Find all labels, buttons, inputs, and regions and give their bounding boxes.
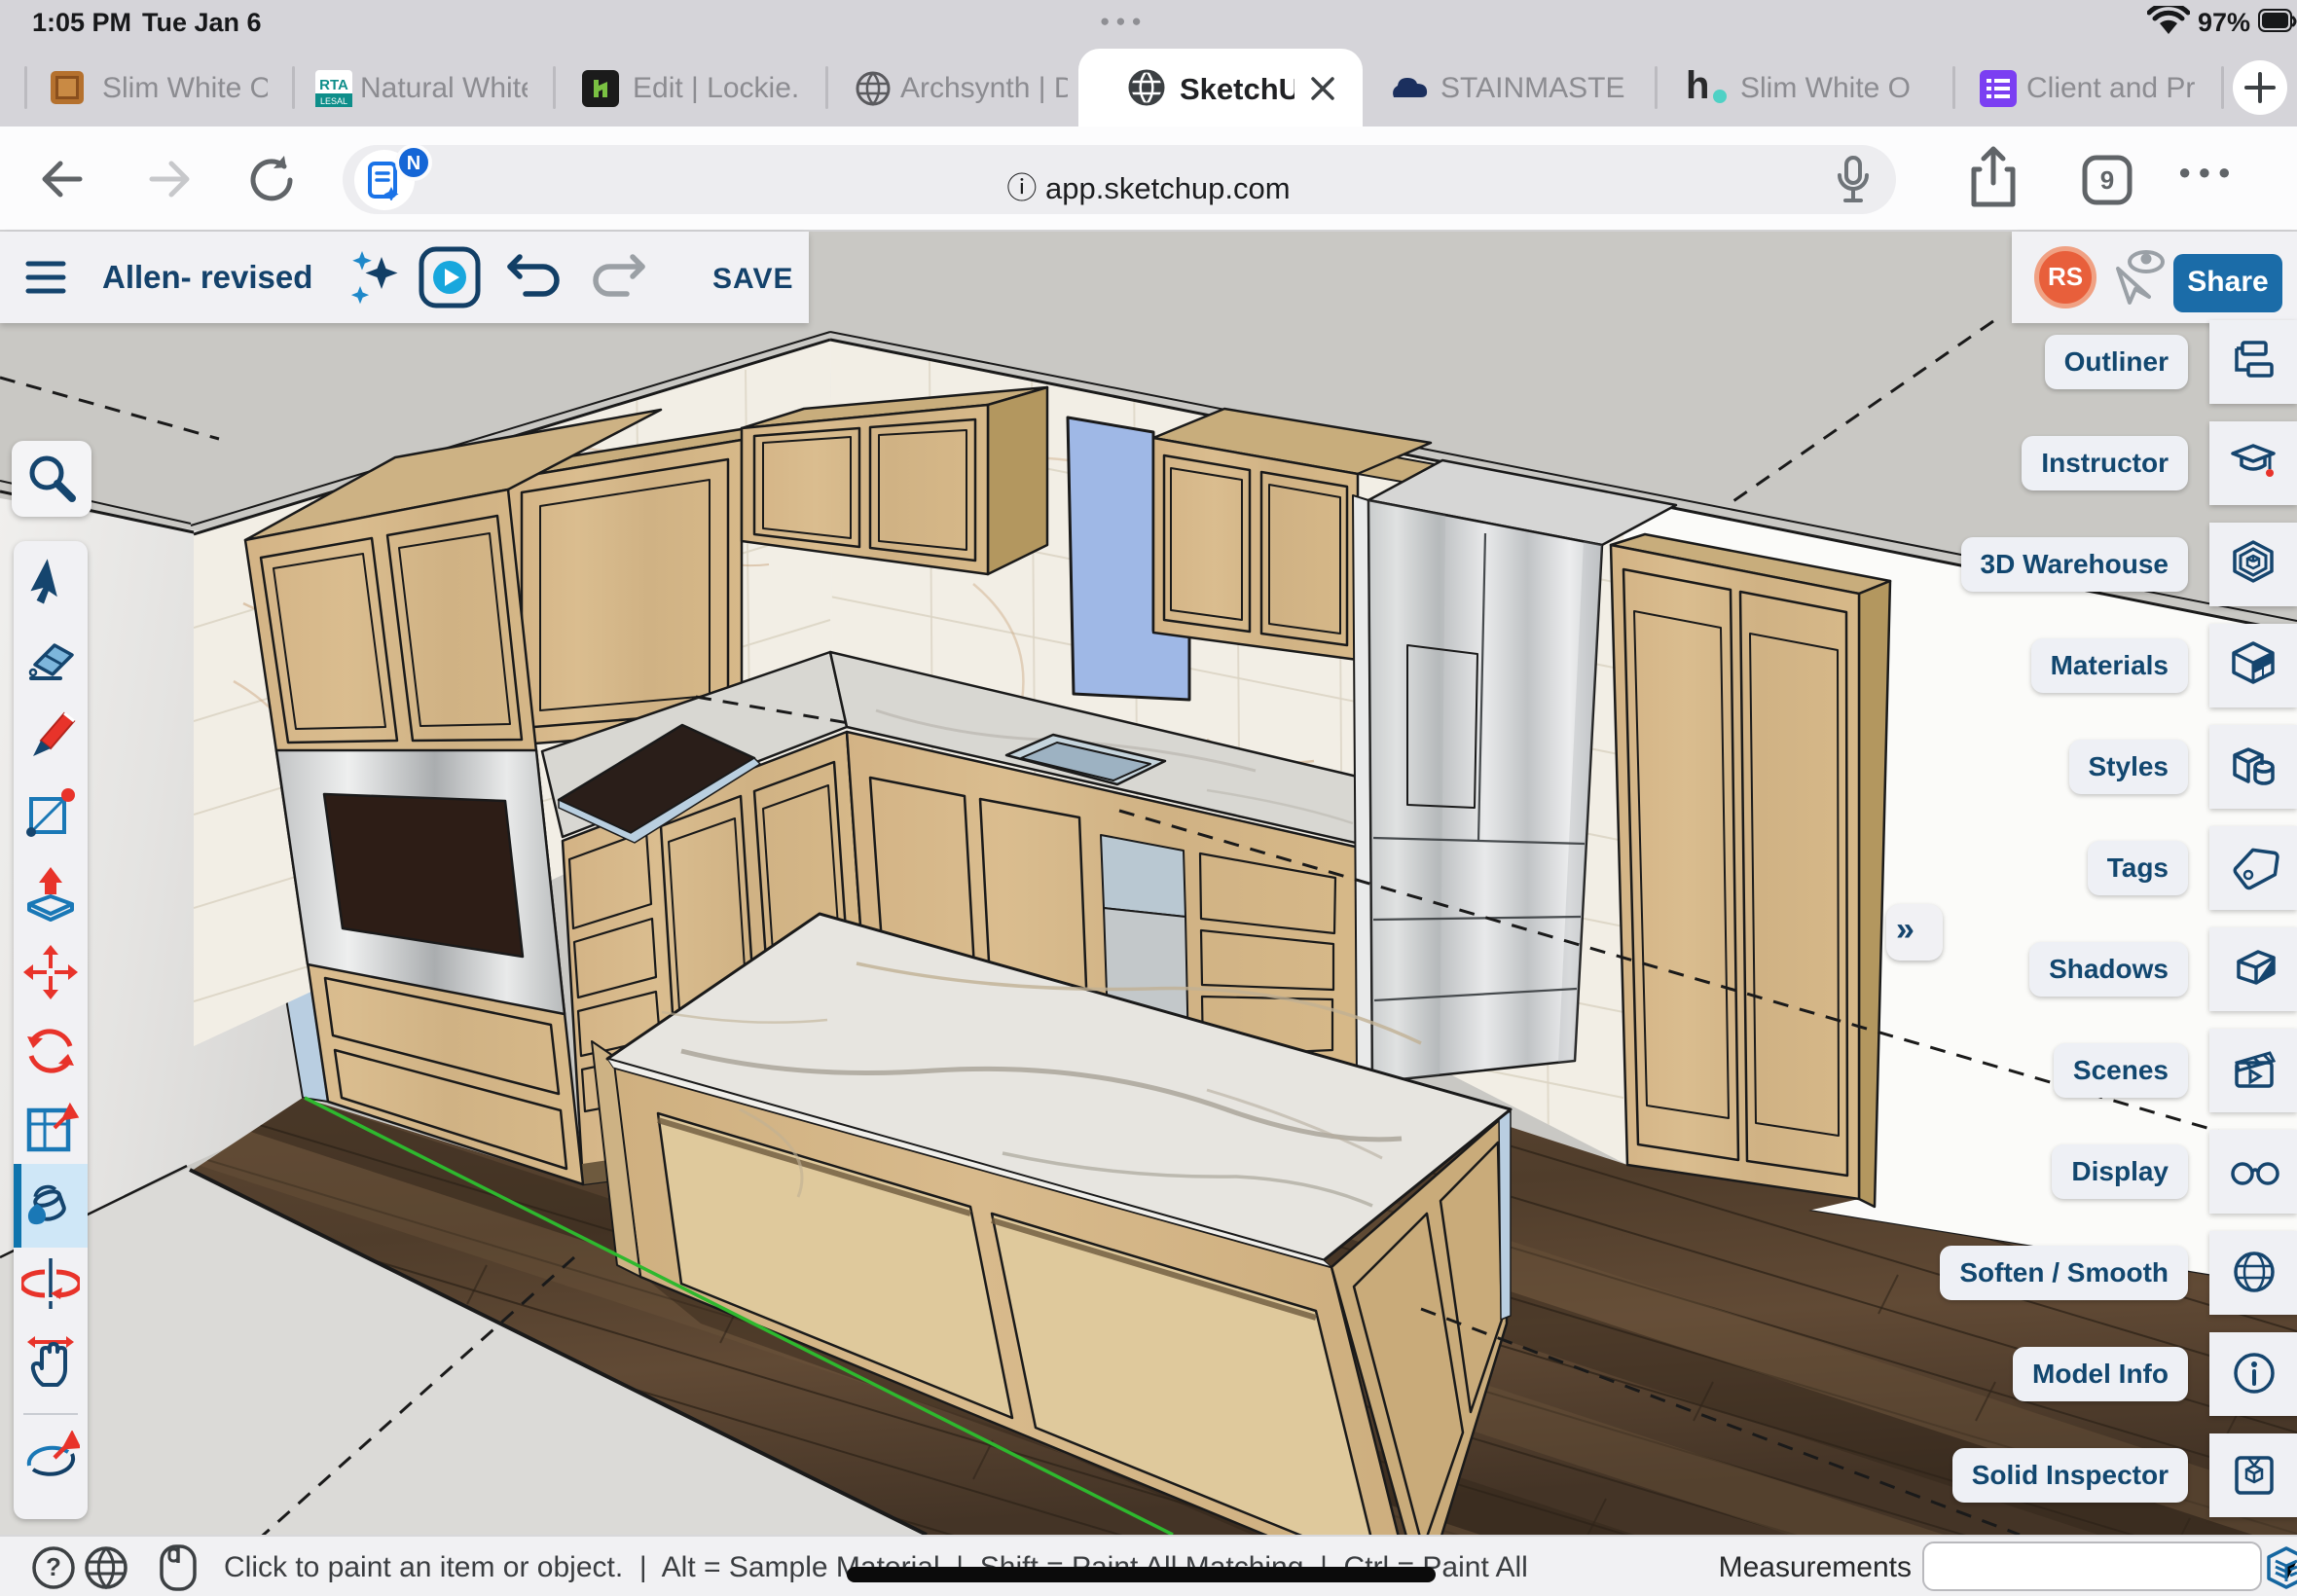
svg-text:?: ? (46, 1552, 61, 1581)
